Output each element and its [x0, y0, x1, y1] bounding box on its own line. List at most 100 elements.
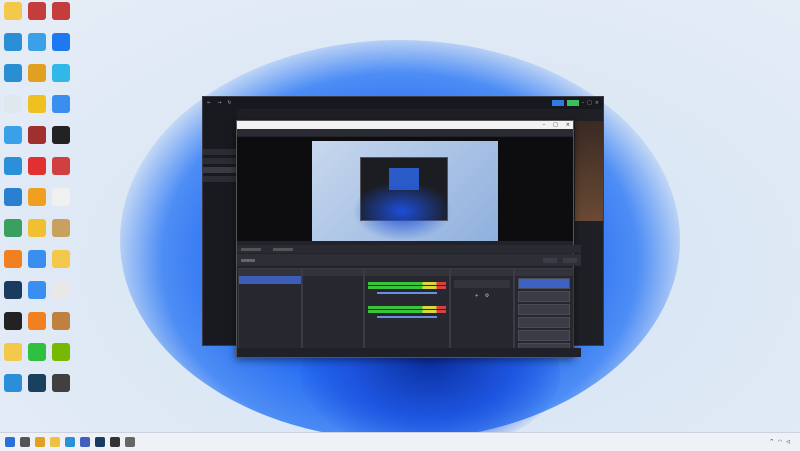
archive-icon[interactable]	[28, 2, 46, 20]
source-item[interactable]	[303, 308, 363, 316]
background-list-item[interactable]	[203, 158, 237, 164]
studio-mode-button[interactable]	[518, 317, 570, 328]
app-icon[interactable]	[28, 219, 46, 237]
app-icon[interactable]	[28, 126, 46, 144]
edge-icon[interactable]	[65, 437, 75, 447]
recycle-bin-icon[interactable]	[4, 95, 22, 113]
app-icon[interactable]	[52, 374, 70, 392]
mixer-header	[365, 269, 449, 276]
fire-icon[interactable]	[28, 188, 46, 206]
app-icon[interactable]	[28, 374, 46, 392]
transition-add-remove[interactable]: + ⚙	[451, 292, 513, 300]
obs-icon[interactable]	[110, 437, 120, 447]
background-list-item[interactable]	[203, 167, 237, 173]
live-badge[interactable]	[566, 100, 579, 106]
dock-tab[interactable]	[241, 247, 261, 251]
start-streaming-button[interactable]	[518, 278, 570, 289]
taskbar: ^ ◠ ◁	[0, 432, 800, 451]
nvidia-icon[interactable]	[52, 343, 70, 361]
chrome-icon[interactable]	[35, 437, 45, 447]
minimize-icon[interactable]: –	[582, 100, 585, 106]
scene-item[interactable]	[239, 284, 301, 292]
monitor-icon[interactable]	[4, 33, 22, 51]
calendar-icon[interactable]	[52, 157, 70, 175]
back-icon[interactable]: ←	[207, 100, 211, 106]
source-item[interactable]	[303, 276, 363, 284]
scenes-header	[239, 269, 301, 276]
replay-buffer-button[interactable]	[518, 304, 570, 315]
refresh-icon[interactable]: ↻	[227, 100, 231, 106]
source-item[interactable]	[303, 324, 363, 332]
folder-icon[interactable]	[52, 219, 70, 237]
maximize-icon[interactable]: □	[553, 122, 558, 128]
play-icon[interactable]	[28, 281, 46, 299]
qr-icon[interactable]	[52, 126, 70, 144]
add-icon[interactable]: +	[475, 293, 479, 299]
background-window-titlebar: ← → ↻ – □ ×	[203, 97, 603, 109]
settings-button[interactable]	[518, 330, 570, 341]
app-icon[interactable]	[125, 437, 135, 447]
store-icon[interactable]	[80, 437, 90, 447]
source-item[interactable]	[303, 284, 363, 292]
background-list-item[interactable]	[203, 149, 237, 155]
file-explorer-icon[interactable]	[50, 437, 60, 447]
app-icon[interactable]	[28, 157, 46, 175]
volume-icon[interactable]: ◁	[786, 439, 790, 445]
filters-button[interactable]	[563, 257, 577, 263]
scene-item[interactable]	[239, 276, 301, 284]
preview-desktop-capture	[312, 141, 498, 241]
background-list-item[interactable]	[203, 176, 237, 182]
chevron-up-icon[interactable]: ^	[770, 439, 774, 445]
dock-tab[interactable]	[273, 247, 293, 251]
monitor-icon[interactable]	[4, 126, 22, 144]
source-item[interactable]	[303, 292, 363, 300]
transition-select[interactable]	[454, 280, 510, 288]
globe-icon[interactable]	[4, 219, 22, 237]
chrome-icon[interactable]	[28, 64, 46, 82]
vlc-icon[interactable]	[28, 312, 46, 330]
desktop-icons	[0, 0, 78, 432]
wifi-icon[interactable]: ◠	[778, 439, 782, 445]
app-icon[interactable]	[4, 188, 22, 206]
steam-icon[interactable]	[95, 437, 105, 447]
messenger-icon[interactable]	[52, 33, 70, 51]
steam-icon[interactable]	[4, 281, 22, 299]
wechat-icon[interactable]	[28, 343, 46, 361]
close-icon[interactable]: ×	[595, 100, 599, 106]
source-item[interactable]	[303, 300, 363, 308]
sources-panel	[302, 268, 364, 350]
obs-window[interactable]: – □ × + ⚙	[236, 120, 581, 358]
properties-button[interactable]	[543, 257, 557, 263]
play-icon[interactable]	[28, 250, 46, 268]
close-icon[interactable]: ×	[566, 122, 570, 128]
folder-icon[interactable]	[4, 2, 22, 20]
volume-slider[interactable]	[377, 316, 437, 318]
system-tray: ^ ◠ ◁	[770, 439, 800, 445]
source-item[interactable]	[303, 316, 363, 324]
network-icon[interactable]	[4, 64, 22, 82]
gear-icon[interactable]: ⚙	[485, 293, 489, 299]
forward-icon[interactable]: →	[217, 100, 221, 106]
app-icon[interactable]	[52, 312, 70, 330]
windows-icon[interactable]	[5, 437, 15, 447]
archive-icon[interactable]	[52, 2, 70, 20]
search-icon[interactable]	[20, 437, 30, 447]
minimize-icon[interactable]: –	[543, 122, 546, 128]
obs-icon[interactable]	[4, 312, 22, 330]
app-icon[interactable]	[4, 250, 22, 268]
phone-icon[interactable]	[28, 33, 46, 51]
app-icon[interactable]	[4, 374, 22, 392]
cloud-icon[interactable]	[52, 281, 70, 299]
app-icon[interactable]	[28, 95, 46, 113]
folder-icon[interactable]	[4, 343, 22, 361]
play-icon[interactable]	[52, 95, 70, 113]
folder-icon[interactable]	[52, 250, 70, 268]
maximize-icon[interactable]: □	[587, 100, 592, 106]
obs-preview[interactable]	[237, 137, 573, 241]
volume-slider[interactable]	[377, 292, 437, 294]
doc-icon[interactable]	[52, 188, 70, 206]
edge-icon[interactable]	[4, 157, 22, 175]
record-badge[interactable]	[551, 100, 564, 106]
app-icon[interactable]	[52, 64, 70, 82]
start-recording-button[interactable]	[518, 291, 570, 302]
